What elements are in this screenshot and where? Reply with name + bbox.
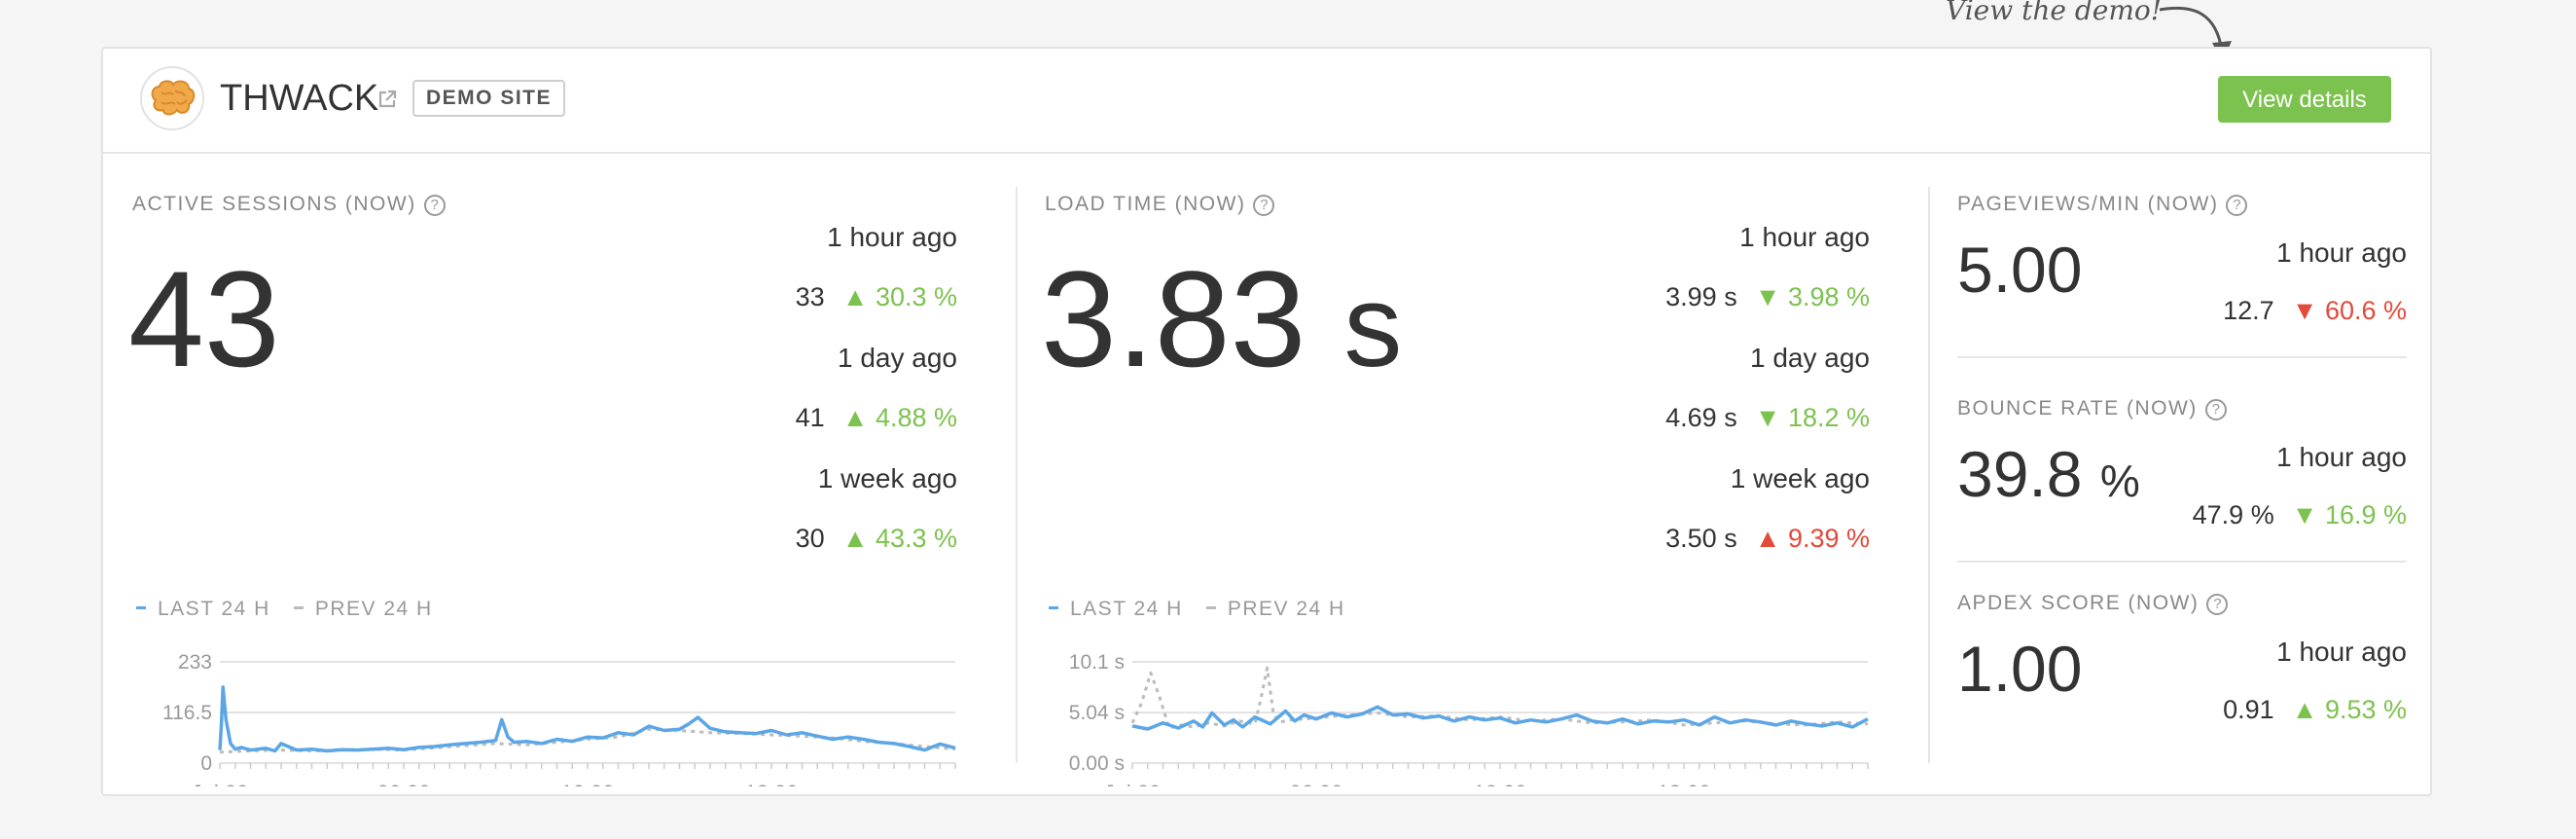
x-tick-label: Jul 29 (1104, 781, 1162, 786)
help-icon[interactable]: ? (1253, 195, 1275, 216)
metric-separator (1957, 356, 2407, 358)
comparison-row: 47.9 % ▼ 16.9 % (2193, 500, 2407, 530)
change-down: ▼ 18.2 % (1754, 403, 1870, 432)
comparison-row: 3.50 s ▲ 9.39 % (1665, 524, 1870, 554)
legend-current-swatch (1049, 606, 1058, 609)
pageviews-title: PAGEVIEWS/MIN (NOW)? (1957, 193, 2248, 216)
active-sessions-value: 43 (128, 242, 280, 395)
x-tick-label: 12:00 (1473, 781, 1526, 786)
legend-current: LAST 24 H (1070, 598, 1183, 620)
legend-current: LAST 24 H (158, 598, 270, 620)
change-down: ▼ 3.98 % (1754, 282, 1870, 311)
comparison-row: 3.99 s ▼ 3.98 % (1665, 282, 1870, 312)
comparison-label: 1 week ago (817, 463, 957, 493)
view-demo-hint: View the demo! (1946, 0, 2163, 26)
change-up: ▲ 43.3 % (841, 524, 957, 553)
brain-icon (151, 80, 196, 116)
comparison-label: 1 hour ago (827, 222, 957, 252)
previous-value: 3.99 s (1665, 282, 1737, 311)
bounce-rate-value: 39.8 % (1957, 438, 2140, 510)
x-tick-label: 18:00 (1657, 781, 1710, 786)
comparison-label: 1 day ago (1750, 343, 1870, 373)
metric-separator (1957, 561, 2407, 563)
x-tick-label: Jul 29 (192, 781, 249, 786)
comparison-label: 1 hour ago (1739, 222, 1870, 252)
x-tick-label: 06:00 (376, 781, 430, 786)
apdex-value: 1.00 (1957, 633, 2083, 705)
y-tick-label: 233 (178, 651, 212, 674)
secondary-metrics-panel: PAGEVIEWS/MIN (NOW)? 5.00 1 hour ago 12.… (1957, 154, 2407, 786)
change-down: ▼ 16.9 % (2291, 500, 2407, 529)
view-details-button[interactable]: View details (2218, 76, 2391, 123)
y-tick-label: 5.04 s (1069, 702, 1125, 724)
previous-value: 3.50 s (1665, 524, 1737, 553)
x-tick-label: 18:00 (744, 781, 798, 786)
pageviews-value: 5.00 (1957, 234, 2083, 306)
panel-divider (1016, 187, 1018, 763)
active-sessions-panel: ACTIVE SESSIONS (NOW)? 43 1 hour ago 33 ▲… (128, 154, 957, 786)
chart-legend: LAST 24 H PREV 24 H (136, 598, 433, 621)
help-icon[interactable]: ? (423, 195, 446, 216)
y-tick-label: 0.00 s (1069, 752, 1125, 775)
site-logo (140, 66, 204, 130)
previous-value: 33 (795, 282, 825, 311)
y-tick-label: 116.5 (162, 702, 212, 724)
demo-site-badge: DEMO SITE (412, 80, 566, 117)
help-icon[interactable]: ? (2206, 594, 2229, 615)
load-time-value: 3.83 s (1041, 242, 1403, 395)
previous-value: 4.69 s (1665, 403, 1737, 432)
comparison-label: 1 hour ago (2276, 237, 2407, 268)
panel-divider (1928, 187, 1930, 763)
card-header: THWACK DEMO SITE View details (103, 49, 2430, 154)
comparison-label: 1 week ago (1730, 463, 1870, 493)
help-icon[interactable]: ? (2226, 195, 2248, 216)
active-sessions-chart: 233 116.5 0 Jul 29 06:00 12:00 18:00 (162, 651, 956, 786)
comparison-row: 33 ▲ 30.3 % (796, 282, 957, 312)
previous-value: 12.7 (2223, 296, 2274, 325)
legend-previous-swatch (293, 606, 304, 609)
load-time-panel: LOAD TIME (NOW)? 3.83 s 1 hour ago 3.99 … (1041, 154, 1870, 786)
external-link-icon[interactable] (377, 90, 397, 109)
load-time-title: LOAD TIME (NOW)? (1045, 193, 1275, 216)
previous-value: 0.91 (2223, 695, 2274, 724)
chart-legend: LAST 24 H PREV 24 H (1049, 598, 1345, 621)
previous-value: 41 (795, 403, 825, 432)
comparison-row: 0.91 ▲ 9.53 % (2223, 695, 2407, 725)
comparison-label: 1 hour ago (2276, 637, 2407, 667)
change-up: ▲ 4.88 % (841, 403, 957, 432)
site-name[interactable]: THWACK (220, 78, 378, 120)
previous-value: 30 (795, 524, 825, 553)
series-last-24h (1131, 705, 1869, 731)
load-time-chart: 10.1 s 5.04 s 0.00 s Jul 29 06:00 12:00 18:00 (1069, 651, 1869, 786)
comparison-label: 1 hour ago (2276, 442, 2407, 472)
x-tick-label: 12:00 (560, 781, 614, 786)
series-prev-24h (219, 727, 956, 754)
active-sessions-title: ACTIVE SESSIONS (NOW)? (132, 193, 446, 216)
legend-current-swatch (136, 606, 146, 609)
comparison-row: 30 ▲ 43.3 % (796, 524, 957, 554)
y-tick-label: 0 (200, 752, 212, 775)
comparison-row: 12.7 ▼ 60.6 % (2223, 296, 2407, 326)
x-tick-label: 06:00 (1289, 781, 1342, 786)
site-summary-card: THWACK DEMO SITE View details ACTIVE SES… (101, 47, 2432, 796)
previous-value: 47.9 % (2192, 500, 2274, 529)
change-up: ▲ 9.53 % (2291, 695, 2407, 724)
change-up: ▲ 9.39 % (1754, 524, 1870, 553)
bounce-rate-title: BOUNCE RATE (NOW)? (1957, 397, 2227, 420)
apdex-title: APDEX SCORE (NOW)? (1957, 592, 2229, 615)
legend-previous: PREV 24 H (314, 598, 433, 620)
legend-previous: PREV 24 H (1227, 598, 1345, 620)
y-tick-label: 10.1 s (1069, 651, 1125, 674)
comparison-row: 41 ▲ 4.88 % (796, 403, 957, 433)
series-last-24h (218, 685, 956, 753)
comparison-label: 1 day ago (838, 343, 957, 373)
legend-previous-swatch (1205, 606, 1216, 609)
help-icon[interactable]: ? (2204, 399, 2227, 420)
change-up: ▲ 30.3 % (841, 282, 957, 311)
change-down: ▼ 60.6 % (2291, 296, 2407, 325)
comparison-row: 4.69 s ▼ 18.2 % (1665, 403, 1870, 433)
